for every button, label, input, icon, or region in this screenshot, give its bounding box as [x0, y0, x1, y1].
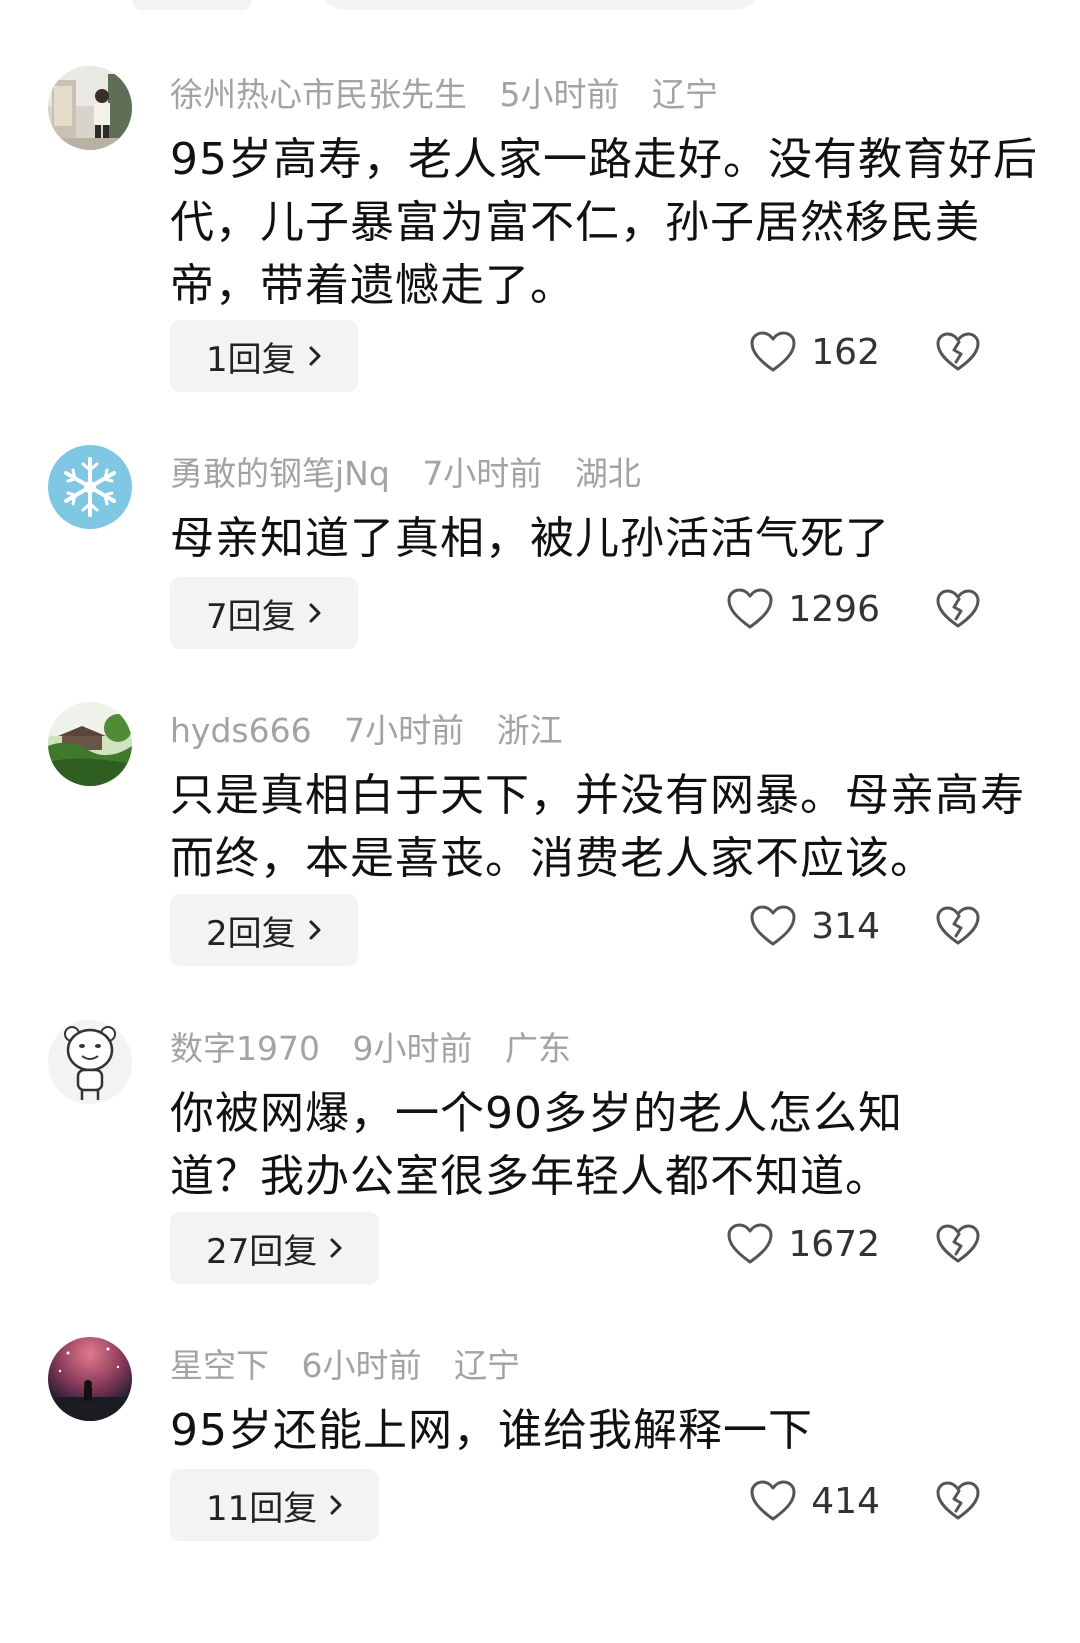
like-button[interactable]: 414 — [749, 1465, 880, 1537]
heart-outline-icon — [750, 905, 796, 946]
like-count: 162 — [811, 331, 880, 373]
broken-heart-icon — [936, 332, 980, 371]
comment-location: 辽宁 — [454, 1346, 520, 1385]
username[interactable]: 徐州热心市民张先生 — [170, 75, 467, 114]
reply-label: 1回复 — [206, 339, 296, 380]
comment-location: 广东 — [504, 1029, 571, 1068]
avatar[interactable] — [48, 1337, 132, 1421]
comment-time: 6小时前 — [301, 1346, 422, 1385]
like-button[interactable]: 1672 — [726, 1208, 880, 1280]
comment-text: 95岁高寿，老人家一路走好。没有教育好后代，儿子暴富为富不仁，孙子居然移民美帝，… — [170, 134, 1038, 311]
chevron-right-icon — [309, 346, 321, 366]
previous-input-pill[interactable] — [320, 0, 760, 10]
comment-meta: 徐州热心市民张先生 5小时前 辽宁 — [170, 74, 740, 116]
reply-label: 11回复 — [206, 1488, 318, 1529]
broken-heart-icon — [936, 589, 980, 628]
comment-meta: 数字1970 9小时前 广东 — [170, 1028, 593, 1070]
reply-button[interactable]: 1回复 — [170, 320, 358, 392]
comment-time: 7小时前 — [422, 454, 543, 493]
broken-heart-icon — [936, 1224, 980, 1263]
like-count: 1672 — [788, 1223, 880, 1265]
dislike-button[interactable] — [935, 316, 983, 388]
reply-button[interactable]: 7回复 — [170, 577, 358, 649]
username[interactable]: hyds666 — [170, 711, 312, 750]
chevron-right-icon — [309, 603, 321, 623]
comment-meta: 星空下 6小时前 辽宁 — [170, 1345, 542, 1387]
heart-outline-icon — [727, 1223, 773, 1264]
username[interactable]: 星空下 — [170, 1346, 269, 1385]
broken-heart-icon — [936, 906, 980, 945]
comment-location: 浙江 — [496, 711, 563, 750]
like-count: 1296 — [788, 588, 880, 630]
previous-reply-button[interactable] — [132, 0, 252, 10]
heart-outline-icon — [727, 588, 773, 629]
dislike-button[interactable] — [935, 890, 983, 962]
avatar[interactable] — [48, 445, 132, 529]
comment-text: 只是真相白于天下，并没有网暴。母亲高寿而终，本是喜丧。消费老人家不应该。 — [170, 770, 1025, 884]
like-count: 414 — [811, 1480, 880, 1522]
reply-button[interactable]: 11回复 — [170, 1469, 380, 1541]
avatar[interactable] — [48, 702, 132, 786]
comment-time: 9小时前 — [352, 1029, 473, 1068]
comment-text: 95岁还能上网，谁给我解释一下 — [170, 1405, 813, 1456]
comment-time: 7小时前 — [344, 711, 465, 750]
avatar[interactable] — [48, 1020, 132, 1104]
heart-outline-icon — [750, 1480, 796, 1521]
like-button[interactable]: 1296 — [726, 573, 880, 645]
dislike-button[interactable] — [935, 1208, 983, 1280]
photo-avatar-person-icon — [48, 66, 132, 150]
dislike-button[interactable] — [935, 573, 983, 645]
broken-heart-icon — [936, 1481, 980, 1520]
starry-sky-avatar-icon — [48, 1337, 132, 1421]
heart-outline-icon — [750, 331, 796, 372]
like-count: 314 — [811, 905, 880, 947]
reply-label: 7回复 — [206, 596, 296, 637]
username[interactable]: 勇敢的钢笔jNq — [170, 454, 390, 493]
comment-time: 5小时前 — [499, 75, 620, 114]
snowflake-avatar-icon — [48, 445, 132, 529]
like-button[interactable]: 162 — [749, 316, 880, 388]
comment-text: 你被网爆，一个90多岁的老人怎么知道？我办公室很多年轻人都不知道。 — [170, 1088, 903, 1202]
chevron-right-icon — [309, 920, 321, 940]
username[interactable]: 数字1970 — [170, 1029, 320, 1068]
reply-label: 27回复 — [206, 1231, 318, 1272]
comment-text: 母亲知道了真相，被儿孙活活气死了 — [170, 513, 890, 564]
comment-meta: 勇敢的钢笔jNq 7小时前 湖北 — [170, 453, 663, 495]
reply-label: 2回复 — [206, 913, 296, 954]
cartoon-bear-avatar-icon — [48, 1020, 132, 1104]
reply-button[interactable]: 27回复 — [170, 1212, 380, 1284]
chevron-right-icon — [330, 1238, 342, 1258]
like-button[interactable]: 314 — [749, 890, 880, 962]
landscape-avatar-icon — [48, 702, 132, 786]
comment-location: 湖北 — [574, 454, 641, 493]
dislike-button[interactable] — [935, 1465, 983, 1537]
reply-button[interactable]: 2回复 — [170, 894, 358, 966]
avatar[interactable] — [48, 66, 132, 150]
comment-list-page: 徐州热心市民张先生 5小时前 辽宁 95岁高寿，老人家一路走好。没有教育好后代，… — [0, 0, 1080, 1643]
chevron-right-icon — [330, 1495, 342, 1515]
comment-location: 辽宁 — [652, 75, 718, 114]
comment-meta: hyds666 7小时前 浙江 — [170, 710, 585, 752]
